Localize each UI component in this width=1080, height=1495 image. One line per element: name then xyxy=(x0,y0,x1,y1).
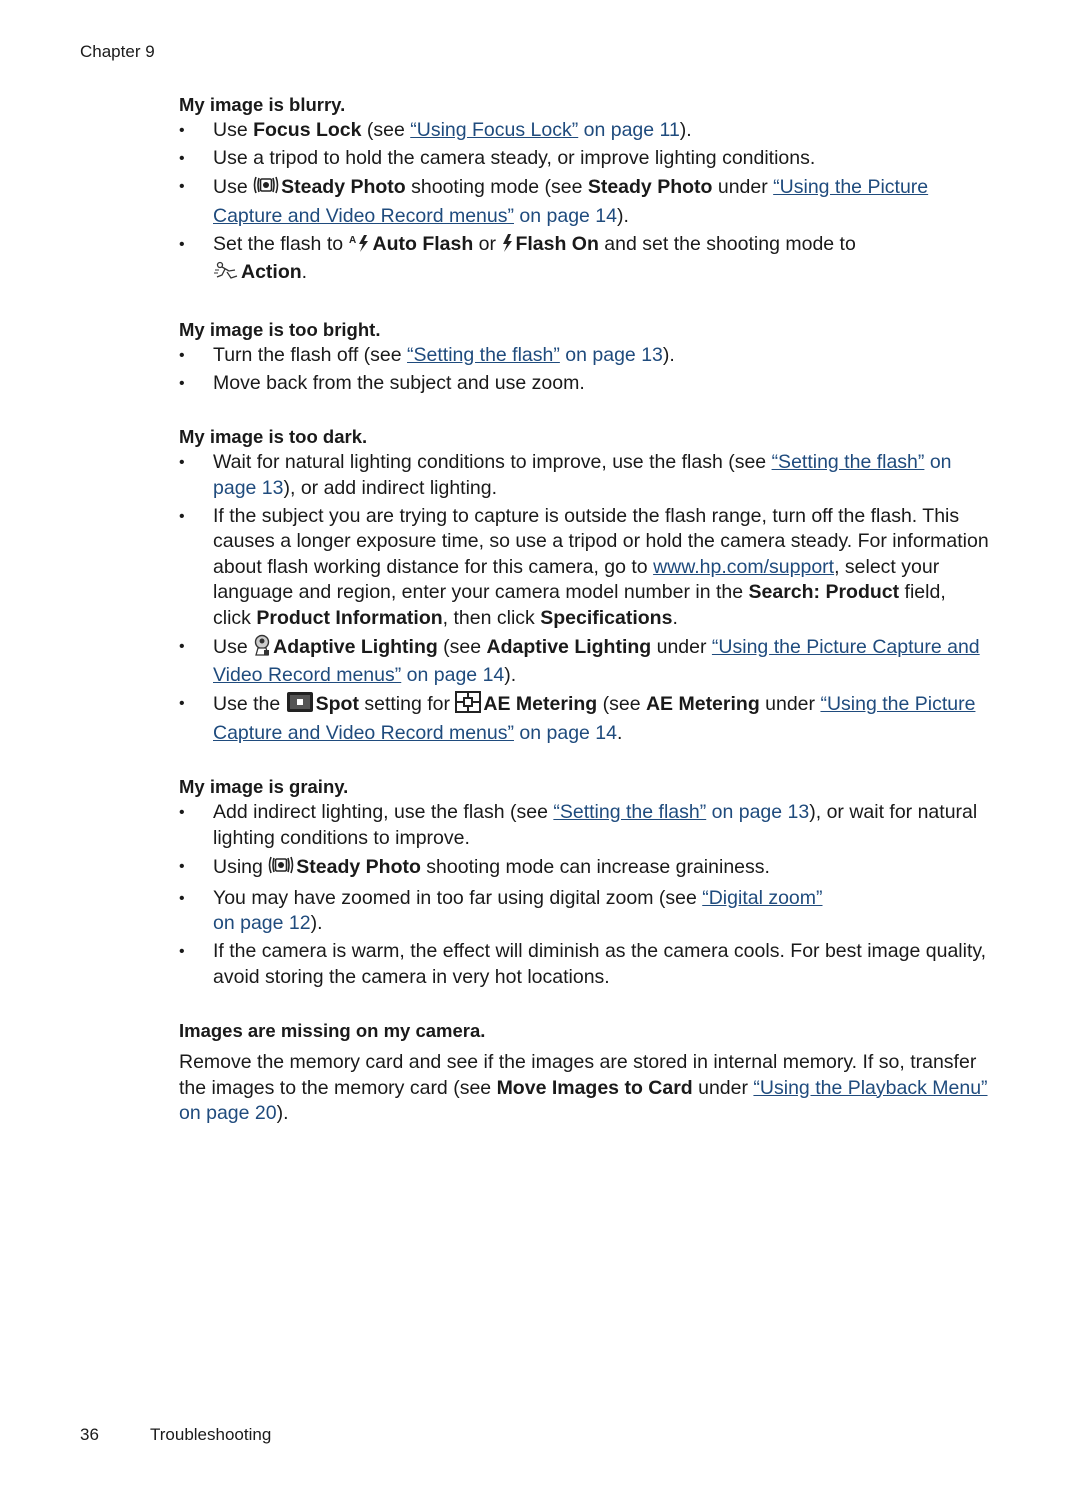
adaptive-lighting-icon xyxy=(253,634,271,664)
list-item: • Move back from the subject and use zoom… xyxy=(179,371,989,397)
page-ref[interactable]: on page 12 xyxy=(213,912,311,934)
list-item: • Add indirect lighting, use the flash (s… xyxy=(179,801,978,849)
list-item: • Use Steady Photo shooting mode (see Ste… xyxy=(179,174,929,227)
link-using-focus-lock[interactable]: “Using Focus Lock” xyxy=(410,119,578,141)
section-too-bright: My image is too bright. • Turn the flash … xyxy=(179,317,989,397)
link-digital-zoom[interactable]: “Digital zoom” xyxy=(702,887,822,909)
list-item: • Use Focus Lock (see “Using Focus Lock” … xyxy=(179,118,989,144)
section-blurry: My image is blurry. • Use Focus Lock (see… xyxy=(179,92,989,289)
list-item: • If the subject you are trying to captur… xyxy=(179,504,989,629)
bullet-icon: • xyxy=(179,122,185,139)
section-title: My image is grainy. xyxy=(179,776,349,797)
list-item: • Use a tripod to hold the camera steady,… xyxy=(179,146,989,172)
bullet-icon: • xyxy=(179,346,185,364)
link-playback-menu[interactable]: “Using the Playback Menu” xyxy=(753,1077,987,1099)
bullet-icon: • xyxy=(179,804,185,821)
list-item: • Set the flash to A Auto Flash or Flash O… xyxy=(179,232,989,289)
section-title: My image is blurry. xyxy=(179,94,346,115)
bullet-icon: • xyxy=(179,454,185,471)
section-title: Images are missing on my camera. xyxy=(179,1020,486,1041)
bullet-icon: • xyxy=(179,178,185,195)
steady-photo-icon xyxy=(268,854,294,884)
svg-text:A: A xyxy=(349,235,356,246)
bullet-icon: • xyxy=(179,943,185,960)
section-title: My image is too dark. xyxy=(179,426,368,447)
list-item: • Use the Spot setting for AE Metering (s… xyxy=(179,691,976,744)
bullet-icon: • xyxy=(179,374,185,392)
list-item: • Use Adaptive Lighting (see Adaptive Lig… xyxy=(179,634,980,686)
spot-metering-icon xyxy=(286,691,314,721)
page-ref[interactable]: on page 14 xyxy=(401,664,505,686)
flash-on-icon xyxy=(501,233,513,261)
bullet-icon: • xyxy=(179,889,185,907)
page-ref[interactable]: on page 13 xyxy=(560,344,663,366)
bullet-icon: • xyxy=(179,235,185,253)
link-setting-the-flash[interactable]: “Setting the flash” xyxy=(553,801,706,823)
list-item: • Turn the flash off (see “Setting the fl… xyxy=(179,343,989,369)
link-setting-the-flash[interactable]: “Setting the flash” xyxy=(772,451,925,473)
bullet-icon: • xyxy=(179,150,185,167)
list-item: • You may have zoomed in too far using di… xyxy=(179,886,823,935)
page-ref[interactable]: on page 20 xyxy=(179,1102,277,1124)
bullet-icon: • xyxy=(179,857,185,875)
page-footer: 36 Troubleshooting xyxy=(80,1425,271,1445)
auto-flash-icon: A xyxy=(349,233,371,261)
list-item: • Using Steady Photo shooting mode can in… xyxy=(179,854,989,884)
page-number: 36 xyxy=(80,1425,99,1444)
section-title: My image is too bright. xyxy=(179,318,381,340)
steady-photo-icon xyxy=(253,174,279,204)
bullet-icon: • xyxy=(179,695,185,712)
page-content: My image is blurry. • Use Focus Lock (see… xyxy=(179,92,989,1155)
link-setting-the-flash[interactable]: “Setting the flash” xyxy=(407,344,560,366)
page-ref[interactable]: on page 13 xyxy=(706,801,810,823)
list-item: • Wait for natural lighting conditions to… xyxy=(179,451,952,499)
section-images-missing: Images are missing on my camera. Remove … xyxy=(179,1018,989,1127)
page-ref[interactable]: on page 11 xyxy=(578,119,680,141)
section-too-dark: My image is too dark. • Wait for natural … xyxy=(179,424,989,746)
section-grainy: My image is grainy. • Add indirect lighti… xyxy=(179,774,989,990)
chapter-header: Chapter 9 xyxy=(80,42,155,61)
action-mode-icon xyxy=(213,261,239,289)
paragraph: Remove the memory card and see if the im… xyxy=(179,1051,988,1124)
page-ref[interactable]: on page 14 xyxy=(514,722,617,744)
list-item: • If the camera is warm, the effect will … xyxy=(179,940,987,988)
bullet-icon: • xyxy=(179,507,185,525)
link-hp-support[interactable]: www.hp.com/support xyxy=(653,556,834,578)
footer-section: Troubleshooting xyxy=(150,1425,272,1444)
bullet-icon: • xyxy=(179,637,185,655)
ae-metering-icon xyxy=(455,691,482,721)
page-ref[interactable]: on page 14 xyxy=(514,205,617,227)
